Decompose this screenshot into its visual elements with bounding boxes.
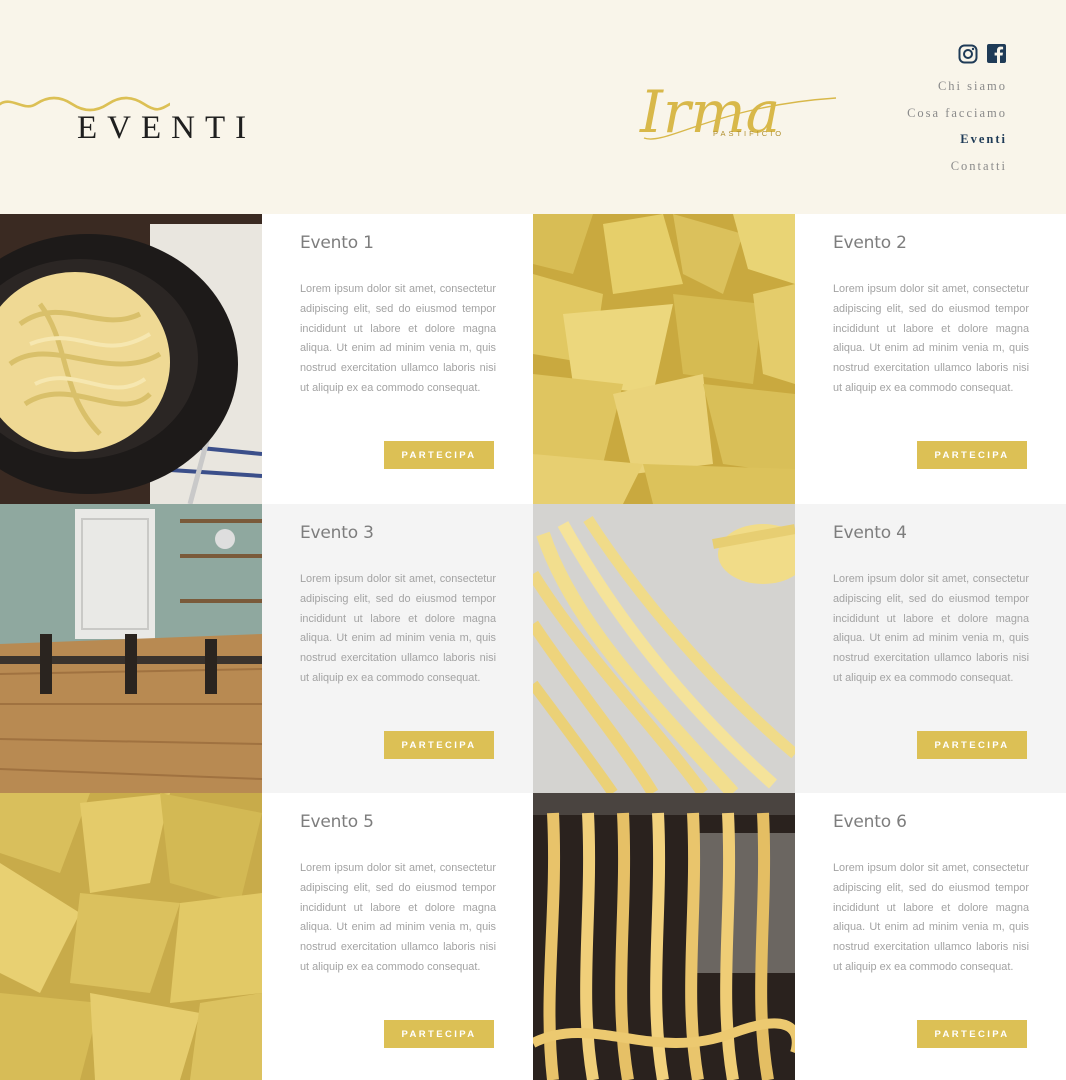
main-nav: Chi siamo Cosa facciamo Eventi Contatti [907,78,1007,184]
event-2-partecipa-button[interactable]: PARTECIPA [917,441,1027,469]
event-6-partecipa-button[interactable]: PARTECIPA [917,1020,1027,1048]
event-6-card: Evento 6 Lorem ipsum dolor sit amet, con… [795,793,1066,1080]
nav-item-chi-siamo[interactable]: Chi siamo [907,78,1007,105]
event-4-card: Evento 4 Lorem ipsum dolor sit amet, con… [795,504,1066,793]
facebook-icon [987,44,1006,63]
event-4-partecipa-button[interactable]: PARTECIPA [917,731,1027,759]
event-5-description: Lorem ipsum dolor sit amet, consectetur … [300,862,496,973]
event-4-description: Lorem ipsum dolor sit amet, consectetur … [833,573,1029,684]
event-5-partecipa-button[interactable]: PARTECIPA [384,1020,494,1048]
instagram-icon [958,44,978,64]
event-3-description: Lorem ipsum dolor sit amet, consectetur … [300,573,496,684]
event-1-title: Evento 1 [300,233,374,253]
event-2-card: Evento 2 Lorem ipsum dolor sit amet, con… [795,214,1066,504]
event-1-description: Lorem ipsum dolor sit amet, consectetur … [300,283,496,394]
event-6-image [533,793,795,1080]
event-3-title: Evento 3 [300,523,374,543]
instagram-link[interactable] [958,44,978,69]
event-4-image [533,504,795,793]
event-2-image [533,214,795,504]
logo-subtitle: PASTIFICIO [713,129,785,138]
event-1-card: Evento 1 Lorem ipsum dolor sit amet, con… [262,214,533,504]
nav-item-eventi[interactable]: Eventi [907,131,1007,158]
page-title: EVENTI [77,110,257,147]
facebook-link[interactable] [987,44,1006,68]
nav-item-cosa-facciamo[interactable]: Cosa facciamo [907,105,1007,132]
event-3-partecipa-button[interactable]: PARTECIPA [384,731,494,759]
site-header: EVENTI Irma PASTIFICIO Chi siamo Cosa fa… [0,0,1066,214]
nav-item-contatti[interactable]: Contatti [907,158,1007,185]
event-5-card: Evento 5 Lorem ipsum dolor sit amet, con… [262,793,533,1080]
event-3-card: Evento 3 Lorem ipsum dolor sit amet, con… [262,504,533,793]
event-6-description: Lorem ipsum dolor sit amet, consectetur … [833,862,1029,973]
event-2-description: Lorem ipsum dolor sit amet, consectetur … [833,283,1029,394]
event-5-image [0,793,262,1080]
event-5-title: Evento 5 [300,812,374,832]
event-4-title: Evento 4 [833,523,907,543]
event-1-partecipa-button[interactable]: PARTECIPA [384,441,494,469]
event-3-image [0,504,262,793]
event-2-title: Evento 2 [833,233,907,253]
events-grid: Evento 1 Lorem ipsum dolor sit amet, con… [0,214,1066,1080]
event-1-image [0,214,262,504]
event-6-title: Evento 6 [833,812,907,832]
